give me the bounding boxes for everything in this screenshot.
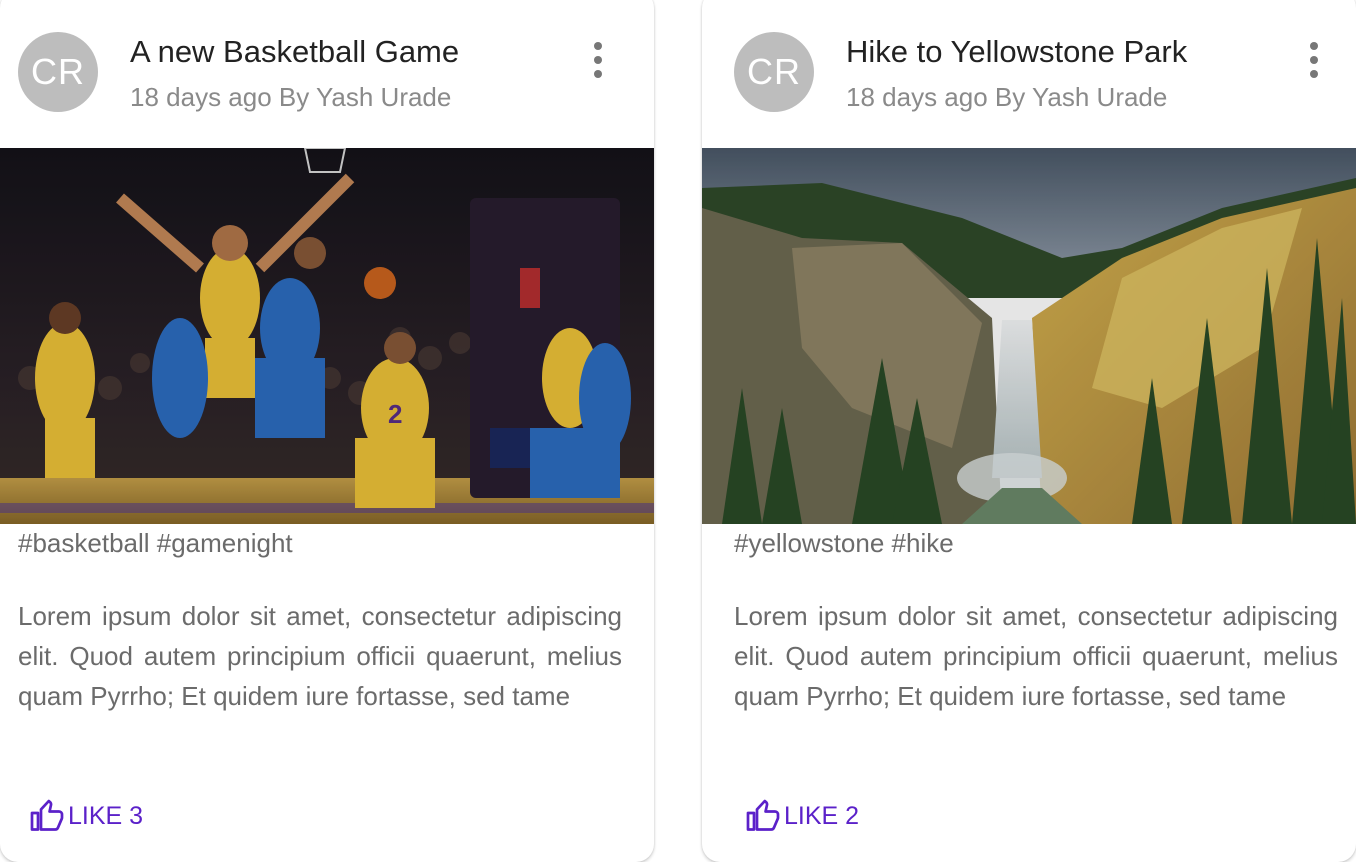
like-button[interactable]: LIKE 2	[744, 798, 859, 834]
more-vertical-icon	[1310, 42, 1318, 50]
basketball-game-photo: 2	[0, 148, 654, 524]
avatar: CR	[18, 32, 98, 112]
post-card: CR Hike to Yellowstone Park 18 days ago …	[702, 0, 1356, 862]
post-tags: #yellowstone #hike	[734, 528, 954, 558]
like-count-label: LIKE 2	[784, 801, 860, 830]
more-options-button[interactable]	[586, 38, 610, 82]
avatar: CR	[734, 32, 814, 112]
yellowstone-waterfall-photo	[702, 148, 1356, 524]
thumb-up-icon	[746, 799, 780, 831]
post-subheader: 18 days ago By Yash Urade	[130, 82, 452, 112]
post-body: Lorem ipsum dolor sit amet, consectetur …	[734, 601, 1338, 711]
post-feed: CR A new Basketball Game 18 days ago By …	[0, 0, 1356, 862]
like-count-label: LIKE 3	[68, 801, 144, 830]
post-subheader: 18 days ago By Yash Urade	[846, 82, 1168, 112]
post-image: 2	[0, 148, 654, 524]
more-options-button[interactable]	[1302, 38, 1326, 82]
thumb-up-icon	[30, 799, 64, 831]
post-title: A new Basketball Game	[130, 34, 460, 69]
post-tags: #basketball #gamenight	[18, 528, 293, 558]
post-card: CR A new Basketball Game 18 days ago By …	[0, 0, 654, 862]
post-body: Lorem ipsum dolor sit amet, consectetur …	[18, 601, 622, 711]
post-title: Hike to Yellowstone Park	[846, 34, 1188, 69]
more-vertical-icon	[594, 42, 602, 50]
post-image	[702, 148, 1356, 524]
like-button[interactable]: LIKE 3	[28, 798, 143, 834]
